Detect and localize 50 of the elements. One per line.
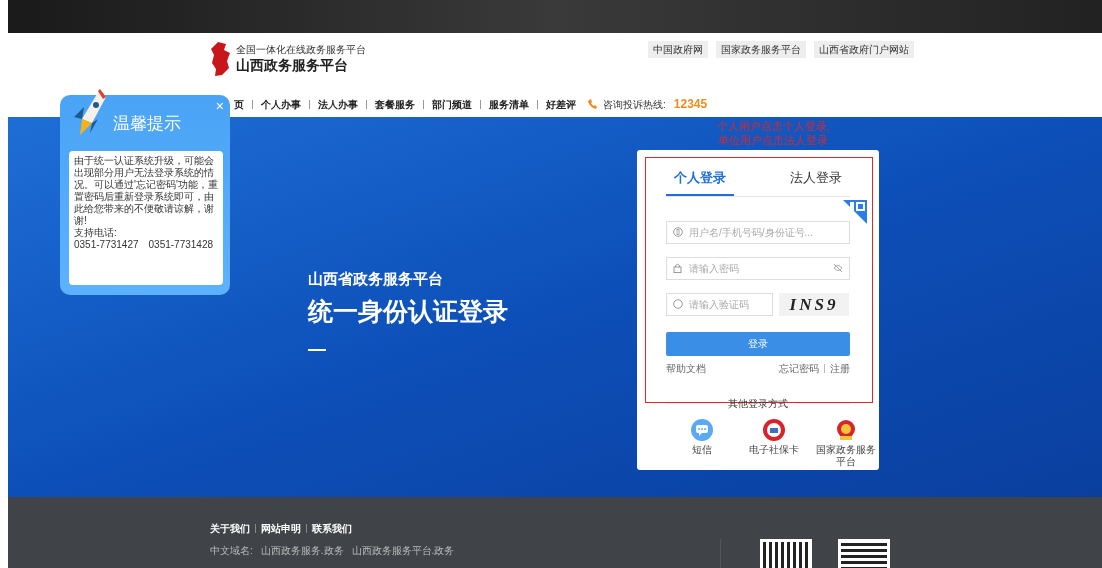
captcha-field[interactable]: 请输入验证码 (666, 292, 773, 316)
login-method-label[interactable]: 短信 (692, 443, 712, 456)
footer-link[interactable]: 联系我们 (312, 521, 352, 536)
hotline-number: 12345 (673, 96, 708, 113)
nav-link[interactable]: 好差评 (546, 96, 576, 112)
top-link[interactable]: 山西省政府门户网站 (814, 41, 914, 58)
login-method-label[interactable]: 国家政务服务平台 (815, 443, 877, 468)
phone-icon (588, 99, 597, 109)
phone-label: 支持电话: (74, 227, 118, 239)
footer-link[interactable]: 关于我们 (210, 521, 250, 536)
national-emblem-icon[interactable] (836, 418, 856, 441)
password-field[interactable]: 请输入密码 (666, 256, 850, 280)
login-tab[interactable]: 法人登录 (782, 168, 850, 196)
phone-number: 0351-7731427 (74, 239, 139, 251)
domain-label: 中文域名: (210, 544, 253, 558)
nav-link[interactable]: 部门频道 (432, 96, 472, 112)
domain-text: 山西政务服务.政务 (260, 544, 344, 558)
register-link[interactable]: 注册 (830, 360, 850, 376)
nav-link[interactable]: 套餐服务 (375, 96, 415, 112)
login-tab[interactable]: 个人登录 (666, 168, 734, 196)
username-field[interactable]: 用户名/手机号码/身份证号... (666, 220, 850, 244)
popup-title: 温馨提示 (113, 113, 181, 135)
nav-link[interactable]: 法人办事 (318, 96, 358, 112)
annotation-line: 单位用户点击法人登录 (717, 133, 829, 147)
footer-link[interactable]: 网站申明 (261, 521, 301, 536)
login-method-label[interactable]: 电子社保卡 (749, 443, 799, 456)
forgot-password-link[interactable]: 忘记密码 (779, 360, 819, 376)
nav-link[interactable]: 页 (234, 96, 244, 112)
nav-link[interactable]: 个人办事 (261, 96, 301, 112)
site-tagline: 全国一体化在线政务服务平台 (236, 44, 366, 56)
circle-icon (673, 298, 683, 309)
emblem-icon[interactable] (763, 418, 785, 441)
domain-text: 山西政务服务平台.政务 (351, 544, 455, 558)
help-docs-link[interactable]: 帮助文档 (666, 360, 706, 376)
nav-link[interactable]: 服务清单 (489, 96, 529, 112)
qr-code-corner-icon (843, 200, 867, 224)
lock-icon (673, 262, 682, 273)
captcha-image[interactable]: INS9 (779, 292, 849, 316)
hero-underline (308, 349, 326, 351)
top-link[interactable]: 中国政府网 (648, 41, 708, 58)
logo-icon (210, 41, 232, 77)
popup-message: 由于统一认证系统升级，可能会出现部分用户无法登录系统的情况。可以通过'忘记密码'功能，重置密码后重新登录系统即可，由此给您带来的不便敬请谅解，谢谢! (74, 155, 218, 227)
user-icon (673, 226, 683, 237)
hero-subtitle: 山西省政务服务平台 (308, 269, 444, 289)
top-link[interactable]: 国家政务服务平台 (716, 41, 806, 58)
hotline-label: 咨询投诉热线: (603, 97, 666, 112)
phone-number: 0351-7731428 (148, 239, 214, 251)
hero-title: 统一身份认证登录 (308, 296, 508, 327)
annotation-line: 个人用户点击个人登录, (715, 119, 831, 133)
site-name: 山西政务服务平台 (236, 56, 349, 74)
